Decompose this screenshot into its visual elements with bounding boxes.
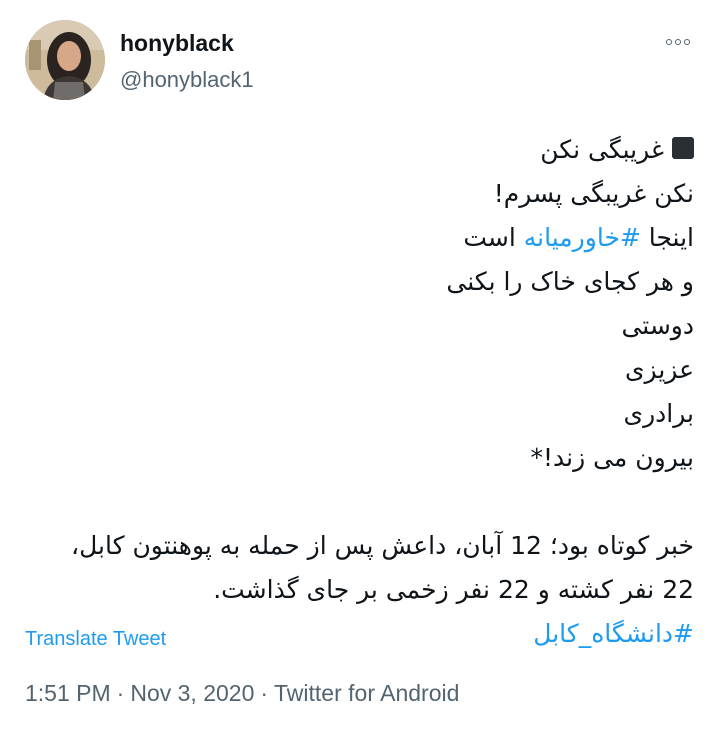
more-horizontal-icon[interactable] bbox=[663, 34, 693, 50]
tweet-source[interactable]: Twitter for Android bbox=[274, 680, 459, 706]
translate-tweet-link[interactable]: Translate Tweet bbox=[25, 628, 166, 651]
more-dot bbox=[675, 39, 681, 45]
more-dot bbox=[684, 39, 690, 45]
user-handle[interactable]: @honyblack1 bbox=[120, 67, 254, 93]
tweet-line: بیرون می زند!* bbox=[530, 443, 694, 472]
tweet-line-text: است bbox=[463, 223, 516, 252]
tweet-line-text: اینجا bbox=[648, 223, 694, 252]
hashtag-link[interactable]: #خاورمیانه bbox=[524, 223, 641, 252]
separator: · bbox=[260, 680, 269, 706]
tweet-time[interactable]: 1:51 PM bbox=[25, 680, 111, 706]
tweet-line: غریبگی نکن bbox=[25, 128, 694, 172]
more-dot bbox=[666, 39, 672, 45]
separator: · bbox=[116, 680, 125, 706]
tweet-line: 22 نفر کشته و 22 نفر زخمی بر جای گذاشت. bbox=[213, 575, 694, 604]
display-name[interactable]: honyblack bbox=[120, 30, 234, 57]
tweet-header: honyblack @honyblack1 bbox=[25, 20, 700, 105]
avatar[interactable] bbox=[25, 20, 105, 100]
black-square-icon bbox=[672, 137, 694, 159]
tweet-date[interactable]: Nov 3, 2020 bbox=[130, 680, 254, 706]
tweet-line: عزیزی bbox=[624, 355, 694, 384]
tweet-line: خبر کوتاه بود؛ 12 آبان، داعش پس از حمله … bbox=[71, 531, 694, 560]
hashtag-link[interactable]: #دانشگاه_کابل bbox=[533, 619, 694, 648]
tweet-line: دوستی bbox=[621, 311, 694, 340]
tweet-metadata: 1:51 PM · Nov 3, 2020 · Twitter for Android bbox=[25, 680, 459, 707]
tweet-line: اینجا #خاورمیانه است bbox=[25, 216, 694, 260]
tweet-line: برادری bbox=[623, 399, 694, 428]
tweet-text: غریبگی نکن نکن غریبگی پسرم! اینجا #خاورم… bbox=[25, 128, 694, 656]
tweet-line-text: غریبگی نکن bbox=[540, 135, 664, 164]
tweet-line: و هر کجای خاک را بکنی bbox=[446, 267, 694, 296]
avatar-photo bbox=[25, 20, 105, 100]
tweet-line: نکن غریبگی پسرم! bbox=[493, 179, 694, 208]
